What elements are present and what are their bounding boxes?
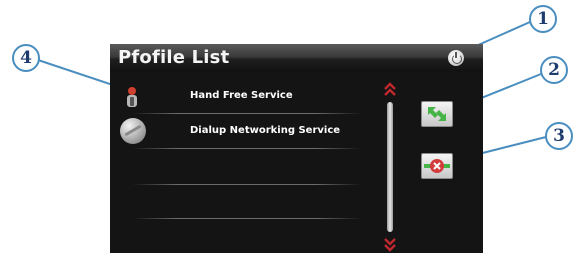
list-item-dialup[interactable]: Dialup Networking Service bbox=[110, 117, 370, 147]
row-divider bbox=[132, 113, 362, 114]
callout-3: 3 bbox=[545, 122, 573, 150]
delete-button[interactable] bbox=[421, 153, 453, 179]
row-divider bbox=[132, 218, 362, 219]
list-item-handsfree[interactable]: Hand Free Service bbox=[110, 82, 370, 112]
scroll-up-icon[interactable] bbox=[384, 82, 396, 96]
page-title: Pfofile List bbox=[118, 47, 230, 68]
power-icon[interactable] bbox=[448, 50, 464, 66]
scroll-track[interactable] bbox=[387, 102, 393, 232]
callout-2: 2 bbox=[540, 56, 568, 84]
callout-4: 4 bbox=[12, 44, 40, 72]
row-divider bbox=[132, 184, 362, 185]
scroll-down-icon[interactable] bbox=[384, 238, 396, 252]
connect-button[interactable] bbox=[421, 101, 453, 127]
list-item-label: Dialup Networking Service bbox=[190, 125, 341, 136]
connect-arrows-icon bbox=[428, 107, 446, 121]
list-item-label: Hand Free Service bbox=[190, 90, 293, 101]
row-divider bbox=[132, 148, 362, 149]
callout-1: 1 bbox=[529, 5, 557, 33]
handsfree-icon bbox=[127, 87, 137, 107]
dialup-icon bbox=[120, 118, 146, 144]
title-bar: Pfofile List bbox=[110, 44, 483, 72]
delete-x-icon bbox=[424, 159, 450, 173]
device-screen: Pfofile List Hand Free Service Dialup Ne… bbox=[110, 44, 483, 253]
scrollbar[interactable] bbox=[384, 82, 396, 252]
